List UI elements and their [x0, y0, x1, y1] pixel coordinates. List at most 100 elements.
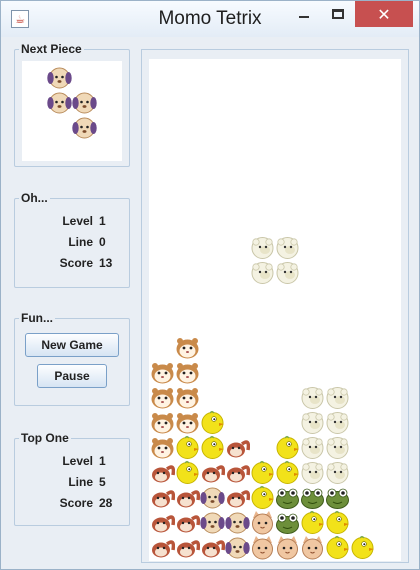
chick-face-icon — [201, 410, 224, 434]
stack-cell-puppy — [225, 535, 250, 560]
close-icon: ✕ — [377, 4, 391, 24]
stack-cell-sheep — [300, 410, 325, 435]
sheep-face-icon — [301, 462, 324, 484]
hamster-face-icon — [151, 438, 174, 459]
maximize-icon — [332, 9, 344, 19]
puppy-face-icon — [72, 117, 97, 139]
chick-face-icon — [326, 535, 349, 559]
stack-cell-chick — [250, 485, 275, 510]
stat-row-level: Level 1 — [15, 214, 131, 230]
close-button[interactable]: ✕ — [355, 1, 413, 27]
stack-cell-cat — [300, 535, 325, 560]
next-piece-cell-puppy — [72, 90, 97, 115]
sheep-face-icon — [326, 387, 349, 409]
sheep-face-icon — [276, 237, 299, 259]
squirrel-face-icon — [152, 515, 175, 533]
hamster-face-icon — [176, 363, 199, 384]
stat-label: Score — [59, 256, 93, 270]
stack-cell-squirrel — [225, 460, 250, 485]
puppy-face-icon — [225, 512, 250, 534]
top-row-line: Line 5 — [15, 475, 131, 491]
stack-cell-hamster — [150, 410, 175, 435]
stack-cell-hamster — [175, 410, 200, 435]
next-piece-cell-puppy — [47, 65, 72, 90]
sheep-face-icon — [326, 412, 349, 434]
sheep-face-icon — [251, 262, 274, 284]
top-row-level: Level 1 — [15, 454, 131, 470]
puppy-face-icon — [47, 92, 72, 114]
stat-value: 0 — [99, 235, 106, 249]
stack-cell-puppy — [200, 485, 225, 510]
stack-cell-hamster — [175, 385, 200, 410]
puppy-face-icon — [200, 487, 225, 509]
squirrel-face-icon — [202, 540, 225, 558]
stack-cell-frog — [275, 485, 300, 510]
squirrel-face-icon — [152, 465, 175, 483]
stat-label: Level — [62, 214, 93, 228]
stack-cell-squirrel — [150, 510, 175, 535]
puppy-face-icon — [225, 537, 250, 559]
stack-cell-frog — [325, 485, 350, 510]
squirrel-face-icon — [177, 515, 200, 533]
stack-cell-sheep — [325, 435, 350, 460]
stack-cell-chick — [300, 510, 325, 535]
falling-cell-sheep — [275, 235, 300, 260]
stack-cell-chick — [275, 460, 300, 485]
frog-face-icon — [301, 488, 324, 509]
new-game-button[interactable]: New Game — [25, 333, 119, 357]
pause-button[interactable]: Pause — [37, 364, 107, 388]
chick-face-icon — [201, 435, 224, 459]
current-stats-title: Oh... — [19, 191, 50, 205]
squirrel-face-icon — [152, 540, 175, 558]
sheep-face-icon — [301, 387, 324, 409]
stat-label: Level — [62, 454, 93, 468]
stack-cell-cat — [250, 510, 275, 535]
puppy-face-icon — [47, 67, 72, 89]
chick-face-icon — [351, 535, 374, 559]
next-piece-panel: Next Piece — [14, 42, 130, 167]
title-bar[interactable]: ☕ Momo Tetrix ✕ — [1, 1, 419, 37]
stat-row-score: Score 13 — [15, 256, 131, 272]
game-window: ☕ Momo Tetrix ✕ Next Piece Oh... Level 1… — [0, 0, 420, 570]
puppy-face-icon — [72, 92, 97, 114]
stack-cell-sheep — [325, 385, 350, 410]
sheep-face-icon — [326, 462, 349, 484]
stack-cell-chick — [325, 535, 350, 560]
stack-cell-sheep — [300, 435, 325, 460]
cat-face-icon — [277, 536, 298, 560]
frog-face-icon — [276, 488, 299, 509]
stack-cell-squirrel — [175, 485, 200, 510]
stack-cell-sheep — [325, 460, 350, 485]
falling-cell-sheep — [275, 260, 300, 285]
game-board[interactable] — [149, 59, 401, 561]
stack-cell-puppy — [200, 510, 225, 535]
chick-face-icon — [276, 460, 299, 484]
stack-cell-chick — [350, 535, 375, 560]
chick-face-icon — [301, 510, 324, 534]
stat-value: 28 — [99, 496, 113, 510]
next-piece-cell-puppy — [47, 90, 72, 115]
stack-cell-cat — [250, 535, 275, 560]
stack-cell-frog — [300, 485, 325, 510]
stack-cell-squirrel — [225, 435, 250, 460]
next-piece-preview — [22, 61, 122, 161]
stack-cell-hamster — [175, 335, 200, 360]
hamster-face-icon — [176, 413, 199, 434]
stack-cell-sheep — [325, 410, 350, 435]
stack-cell-hamster — [150, 360, 175, 385]
stack-cell-squirrel — [175, 510, 200, 535]
minimize-icon — [299, 16, 309, 18]
stat-value: 1 — [99, 454, 106, 468]
minimize-button[interactable] — [289, 1, 319, 27]
cat-face-icon — [252, 511, 273, 535]
controls-panel: Fun... New Game Pause — [14, 311, 130, 406]
sheep-face-icon — [301, 437, 324, 459]
maximize-button[interactable] — [323, 1, 353, 27]
chick-face-icon — [326, 510, 349, 534]
stack-cell-squirrel — [150, 485, 175, 510]
stack-cell-puppy — [225, 510, 250, 535]
hamster-face-icon — [151, 363, 174, 384]
squirrel-face-icon — [227, 440, 250, 458]
stack-cell-cat — [275, 535, 300, 560]
stack-cell-hamster — [150, 435, 175, 460]
